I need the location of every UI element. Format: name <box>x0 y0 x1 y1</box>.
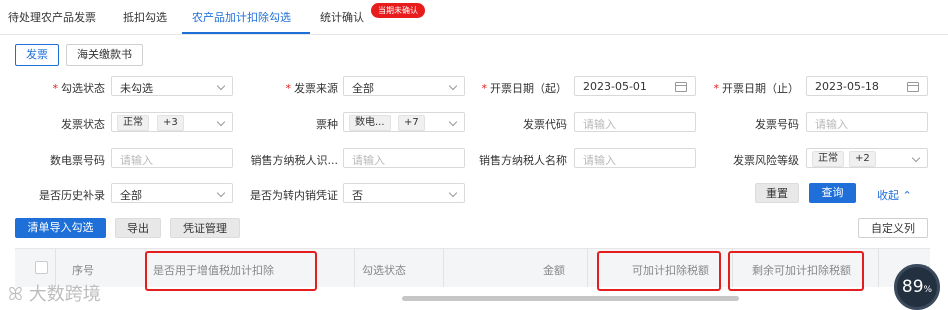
subtab-customs[interactable]: 海关缴款书 <box>66 44 143 66</box>
date-end-label: * 开票日期（止） <box>714 80 800 96</box>
highlight-box-deductible <box>597 251 721 291</box>
required-mark: * <box>52 82 59 95</box>
reset-button[interactable]: 重置 <box>755 183 799 203</box>
risk-level-more-tag: +2 <box>849 151 876 167</box>
column-divider <box>587 249 588 287</box>
select-all-checkbox[interactable] <box>35 261 48 274</box>
zoom-unit: % <box>923 285 933 295</box>
subtab-invoice[interactable]: 发票 <box>15 44 59 66</box>
transfer-value: 否 <box>352 189 363 202</box>
history-value: 全部 <box>120 189 142 202</box>
select-status-label: * 勾选状态 <box>53 80 106 96</box>
highlight-box-vat <box>145 251 317 291</box>
watermark-text: 大数跨境 <box>28 284 101 305</box>
invoice-status-tag: 正常 <box>117 115 149 131</box>
seller-tax-id-label: 销售方纳税人识... <box>250 154 339 167</box>
ticket-type-label: 票种 <box>316 118 338 131</box>
date-end-label-text: 开票日期（止） <box>722 82 799 95</box>
watermark: ꕤ 大数跨境 <box>8 280 101 306</box>
ticket-type-more-tag: +7 <box>398 115 425 131</box>
col-index: 序号 <box>72 264 94 277</box>
watermark-logo-icon: ꕤ <box>8 284 23 305</box>
date-start-label: * 开票日期（起） <box>482 80 568 96</box>
active-tab-indicator <box>182 32 310 34</box>
seller-name-input[interactable]: 请输入 <box>574 148 696 168</box>
export-button[interactable]: 导出 <box>115 218 161 238</box>
required-mark: * <box>285 82 292 95</box>
einvoice-number-input[interactable]: 请输入 <box>111 148 233 168</box>
history-label: 是否历史补录 <box>39 189 105 202</box>
seller-name-label: 销售方纳税人名称 <box>479 154 567 167</box>
required-mark: * <box>713 82 720 95</box>
chevron-down-icon <box>448 188 458 198</box>
risk-level-label: 发票风险等级 <box>733 154 799 167</box>
risk-level-multiselect[interactable]: 正常 +2 <box>806 148 928 168</box>
date-start-label-text: 开票日期（起） <box>490 82 567 95</box>
unconfirmed-badge: 当期未确认 <box>371 3 425 18</box>
invoice-number-placeholder: 请输入 <box>815 118 848 131</box>
seller-tax-id-input[interactable]: 请输入 <box>343 148 465 168</box>
invoice-code-label: 发票代码 <box>523 118 567 131</box>
seller-tax-id-placeholder: 请输入 <box>352 154 385 167</box>
invoice-number-input[interactable]: 请输入 <box>806 112 928 132</box>
import-select-button[interactable]: 清单导入勾选 <box>15 218 106 238</box>
custom-columns-button[interactable]: 自定义列 <box>858 218 928 238</box>
chevron-down-icon <box>448 81 458 91</box>
invoice-source-label-text: 发票来源 <box>294 82 338 95</box>
chevron-down-icon <box>448 117 458 127</box>
chevron-up-icon: ⌃ <box>902 189 912 202</box>
date-end-picker[interactable]: 2023-05-18 <box>806 76 928 96</box>
transfer-label: 是否为转内销凭证 <box>250 189 338 202</box>
calendar-icon <box>675 82 687 92</box>
einvoice-number-label: 数电票号码 <box>50 154 105 167</box>
invoice-status-more-tag: +3 <box>157 115 184 131</box>
select-status-value: 未勾选 <box>120 82 153 95</box>
column-divider <box>354 249 355 287</box>
invoice-number-label: 发票号码 <box>755 118 799 131</box>
zoom-value: 89 <box>901 277 924 297</box>
highlight-box-remaining <box>728 251 864 291</box>
column-divider <box>443 249 444 287</box>
tab-pending-invoices[interactable]: 待处理农产品发票 <box>8 9 96 25</box>
chevron-down-icon <box>911 153 921 163</box>
top-tabs: 待处理农产品发票 抵扣勾选 农产品加计扣除勾选 统计确认 当期未确认 <box>0 0 948 35</box>
einvoice-number-placeholder: 请输入 <box>120 154 153 167</box>
risk-level-tag: 正常 <box>812 151 844 167</box>
invoice-status-label: 发票状态 <box>61 118 105 131</box>
select-status-select[interactable]: 未勾选 <box>111 76 233 96</box>
invoice-source-value: 全部 <box>352 82 374 95</box>
col-select-status[interactable]: 勾选状态 <box>362 262 406 278</box>
collapse-label: 收起 <box>877 189 899 202</box>
tab-stat-confirm[interactable]: 统计确认 <box>320 9 364 25</box>
required-mark: * <box>481 82 488 95</box>
col-amount[interactable]: 金额 <box>543 262 565 278</box>
calendar-icon <box>907 82 919 92</box>
invoice-code-placeholder: 请输入 <box>583 118 616 131</box>
tab-additional-deduction[interactable]: 农产品加计扣除勾选 <box>192 9 291 25</box>
invoice-source-select[interactable]: 全部 <box>343 76 465 96</box>
seller-name-placeholder: 请输入 <box>583 154 616 167</box>
invoice-code-input[interactable]: 请输入 <box>574 112 696 132</box>
history-select[interactable]: 全部 <box>111 183 233 203</box>
zoom-indicator[interactable]: 89% <box>894 264 940 310</box>
tab-deduction-select[interactable]: 抵扣勾选 <box>123 9 167 25</box>
voucher-management-button[interactable]: 凭证管理 <box>170 218 240 238</box>
date-end-value: 2023-05-18 <box>815 80 879 93</box>
query-button[interactable]: 查询 <box>809 183 856 203</box>
chevron-down-icon <box>216 188 226 198</box>
invoice-status-multiselect[interactable]: 正常 +3 <box>111 112 233 132</box>
date-start-picker[interactable]: 2023-05-01 <box>574 76 696 96</box>
transfer-select[interactable]: 否 <box>343 183 465 203</box>
column-divider <box>878 249 879 287</box>
horizontal-scrollbar[interactable] <box>402 296 739 301</box>
date-start-value: 2023-05-01 <box>583 80 647 93</box>
chevron-down-icon <box>216 117 226 127</box>
select-status-label-text: 勾选状态 <box>61 82 105 95</box>
ticket-type-multiselect[interactable]: 数电... +7 <box>343 112 465 132</box>
invoice-source-label: * 发票来源 <box>286 80 339 96</box>
collapse-link[interactable]: 收起 ⌃ <box>877 187 912 203</box>
ticket-type-tag: 数电... <box>349 115 391 131</box>
chevron-down-icon <box>216 81 226 91</box>
